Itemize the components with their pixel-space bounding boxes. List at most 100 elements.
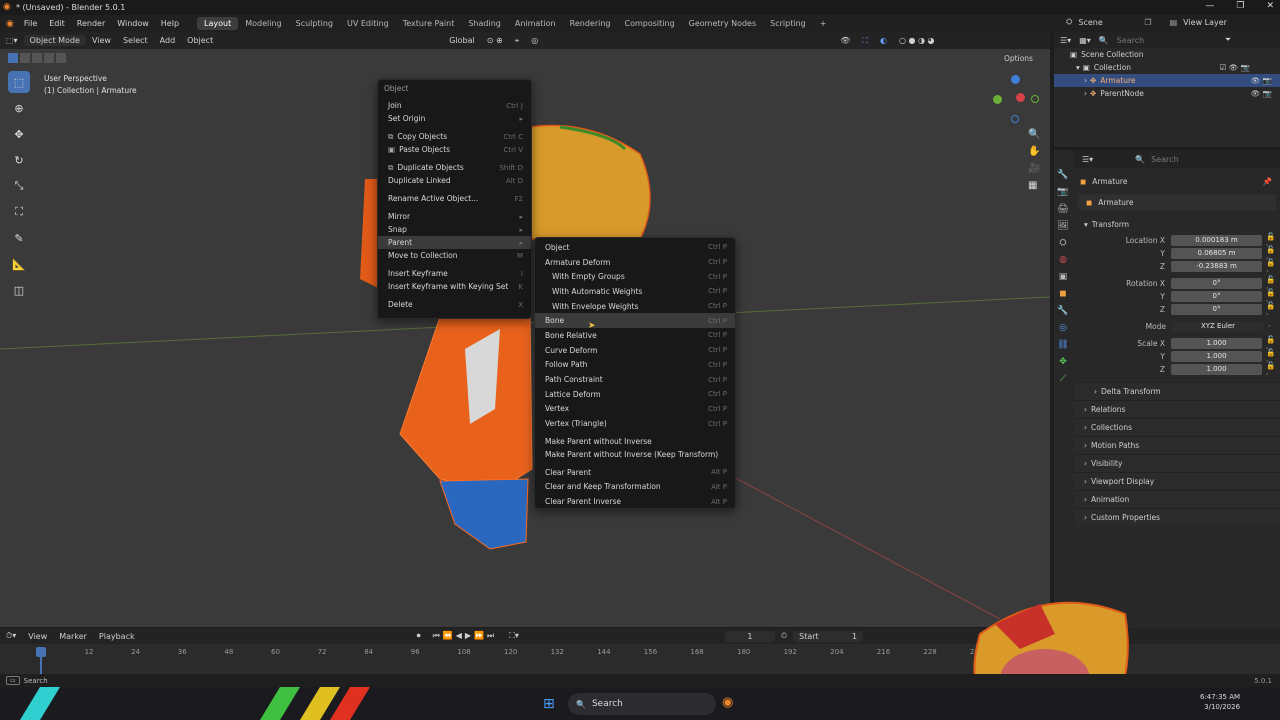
constraints-tab-icon[interactable]: ⛓ xyxy=(1057,340,1068,350)
lock-icon[interactable]: 🔓 · xyxy=(1266,301,1280,319)
pivot-icon[interactable]: ⊙ ⊕ xyxy=(481,35,509,46)
expand-icon[interactable]: ▾ xyxy=(1076,63,1080,72)
parent-with-automatic-weights[interactable]: With Automatic Weights Ctrl P xyxy=(535,284,735,299)
editor-type-icon[interactable]: ⬚▾ xyxy=(0,35,24,46)
playback-controls[interactable]: ⏮⏪◀▶⏩⏭ xyxy=(427,630,504,642)
menu-add[interactable]: Add xyxy=(154,35,182,46)
menu-item-delete[interactable]: Delete X xyxy=(378,298,531,311)
mode-selector[interactable]: Object Mode xyxy=(23,35,86,46)
gizmo-icon[interactable]: ⛶ xyxy=(856,35,874,47)
scene-selector[interactable]: Scene xyxy=(1078,18,1138,27)
current-frame-field[interactable]: 1 xyxy=(724,630,775,642)
tab-texture-paint[interactable]: Texture Paint xyxy=(396,17,462,30)
rotation-x-field[interactable]: 0° xyxy=(1171,278,1263,289)
transform-panel-header[interactable]: ▾ Transform xyxy=(1074,214,1280,234)
rotation-z-field[interactable]: 0° xyxy=(1171,304,1263,315)
menu-item-set-origin[interactable]: Set Origin ▸ xyxy=(378,112,531,125)
checkbox-icon[interactable]: ☑ 👁 📷 xyxy=(1220,63,1250,72)
scene-tab-icon[interactable]: ⛭ xyxy=(1059,238,1066,248)
panel-collections[interactable]: › Collections xyxy=(1074,418,1280,436)
tool-tab-icon[interactable]: 🔧 xyxy=(1057,170,1068,180)
menu-item-rename-active-object[interactable]: Rename Active Object... F2 xyxy=(378,192,531,205)
scale-x-field[interactable]: 1.000 xyxy=(1171,338,1263,349)
measure-tool-icon[interactable]: 📐 xyxy=(8,253,30,275)
options-dropdown[interactable]: Options xyxy=(1004,54,1033,63)
menu-item-paste-objects[interactable]: ▣ Paste Objects Ctrl V xyxy=(378,143,531,156)
tab-geometry-nodes[interactable]: Geometry Nodes xyxy=(682,17,763,30)
object-tab-icon[interactable]: ◼ xyxy=(1059,289,1066,299)
blender-menu-icon[interactable]: ◉ xyxy=(6,19,14,29)
cursor-tool-icon[interactable]: ⊕ xyxy=(8,97,30,119)
close-icon[interactable]: ✕ xyxy=(1266,1,1274,11)
select-mode-buttons[interactable] xyxy=(8,53,66,63)
outliner-row-armature[interactable]: › ✥ Armature 👁 📷 xyxy=(1054,74,1280,87)
menu-item-parent[interactable]: Parent ▸ xyxy=(378,236,531,249)
lock-icon[interactable]: 🔓 · xyxy=(1266,361,1280,379)
blender-taskbar-icon[interactable]: ◉ xyxy=(722,695,733,710)
menu-object[interactable]: Object xyxy=(181,35,219,46)
keying-icon[interactable]: ⛶▾ xyxy=(503,630,525,642)
parent-vertex[interactable]: Vertex Ctrl P xyxy=(535,402,735,417)
timeline-menu-marker[interactable]: Marker xyxy=(53,631,93,642)
timeline-menu-view[interactable]: View xyxy=(22,631,53,642)
clear-parent[interactable]: Clear Parent Alt P xyxy=(535,465,735,480)
tab-shading[interactable]: Shading xyxy=(461,17,508,30)
select-intersect-icon[interactable] xyxy=(56,53,66,63)
clear-parent-inverse[interactable]: Clear Parent Inverse Alt P xyxy=(535,494,735,509)
world-tab-icon[interactable]: ◍ xyxy=(1059,255,1067,265)
taskbar-search-input[interactable]: Search xyxy=(592,699,623,709)
playhead[interactable] xyxy=(36,647,46,657)
menu-help[interactable]: Help xyxy=(155,19,185,28)
tab-layout[interactable]: Layout xyxy=(197,17,239,30)
add-cube-tool-icon[interactable]: ◫ xyxy=(8,279,30,301)
menu-item-duplicate-linked[interactable]: Duplicate Linked Alt D xyxy=(378,174,531,187)
parent-vertex-triangle[interactable]: Vertex (Triangle) Ctrl P xyxy=(535,416,735,431)
lock-icon[interactable]: 🔓 · xyxy=(1266,258,1280,276)
transform-tool-icon[interactable]: ⛶ xyxy=(8,201,30,223)
menu-item-duplicate-objects[interactable]: ⧉ Duplicate Objects Shift D xyxy=(378,161,531,174)
parent-with-envelope-weights[interactable]: With Envelope Weights Ctrl P xyxy=(535,299,735,314)
pan-hand-icon[interactable]: ✋ xyxy=(1028,146,1040,157)
new-scene-icon[interactable]: ❐ xyxy=(1144,18,1151,27)
outliner-editor-icon[interactable]: ☰▾ xyxy=(1060,36,1071,45)
overlay-icon[interactable]: ◐ xyxy=(874,35,893,46)
panel-relations[interactable]: › Relations xyxy=(1074,400,1280,418)
rotation-mode-select[interactable]: XYZ Euler xyxy=(1172,321,1264,332)
tab-sculpting[interactable]: Sculpting xyxy=(289,17,340,30)
view-layer-selector[interactable]: View Layer xyxy=(1183,18,1227,27)
parent-follow-path[interactable]: Follow Path Ctrl P xyxy=(535,358,735,373)
orientation-selector[interactable]: Global xyxy=(443,35,481,46)
outliner-row-scene-collection[interactable]: ▣ Scene Collection xyxy=(1054,48,1280,61)
render-tab-icon[interactable]: 📷 xyxy=(1057,187,1068,197)
parent-bone[interactable]: Bone Ctrl P xyxy=(535,313,735,329)
expand-icon[interactable]: ▾ xyxy=(1084,220,1088,229)
outliner-search-input[interactable]: Search xyxy=(1117,36,1217,45)
parent-curve-deform[interactable]: Curve Deform Ctrl P xyxy=(535,343,735,358)
scale-tool-icon[interactable]: ⤡ xyxy=(8,175,30,197)
select-subtract-icon[interactable] xyxy=(32,53,42,63)
panel-viewport-display[interactable]: › Viewport Display xyxy=(1074,472,1280,490)
scale-z-field[interactable]: 1.000 xyxy=(1171,364,1263,375)
visibility-icon[interactable]: 👁 xyxy=(834,35,856,46)
properties-editor-icon[interactable]: ☰▾ xyxy=(1082,155,1093,164)
expand-icon[interactable]: › xyxy=(1084,76,1087,85)
menu-item-insert-keyframe[interactable]: Insert Keyframe I xyxy=(378,267,531,280)
shading-modes-icon[interactable]: ○ ● ◑ ◕ xyxy=(893,35,941,46)
outliner-row-parentnode[interactable]: › ✥ ParentNode 👁 📷 xyxy=(1054,87,1280,100)
3d-viewport[interactable]: User Perspective (1) Collection | Armatu… xyxy=(0,49,1050,627)
windows-start-icon[interactable]: ⊞ xyxy=(543,696,555,712)
expand-icon[interactable]: › xyxy=(1084,89,1087,98)
location-x-field[interactable]: 0.000183 m xyxy=(1171,235,1263,246)
menu-edit[interactable]: Edit xyxy=(43,19,71,28)
modifiers-tab-icon[interactable]: 🔧 xyxy=(1057,306,1068,316)
tab-uv-editing[interactable]: UV Editing xyxy=(340,17,396,30)
menu-item-move-to-collection[interactable]: Move to Collection M xyxy=(378,249,531,262)
zoom-icon[interactable]: 🔍 xyxy=(1028,129,1040,140)
visibility-icon[interactable]: 👁 📷 xyxy=(1251,89,1272,98)
record-icon[interactable]: ⏺ xyxy=(411,630,427,642)
gizmo-axis-x-icon[interactable] xyxy=(1016,93,1025,102)
menu-item-join[interactable]: Join Ctrl J xyxy=(378,99,531,112)
outliner-row-collection[interactable]: ▾ ▣ Collection ☑ 👁 📷 xyxy=(1054,61,1280,74)
tab-animation[interactable]: Animation xyxy=(508,17,563,30)
parent-object[interactable]: Object Ctrl P xyxy=(535,240,735,255)
